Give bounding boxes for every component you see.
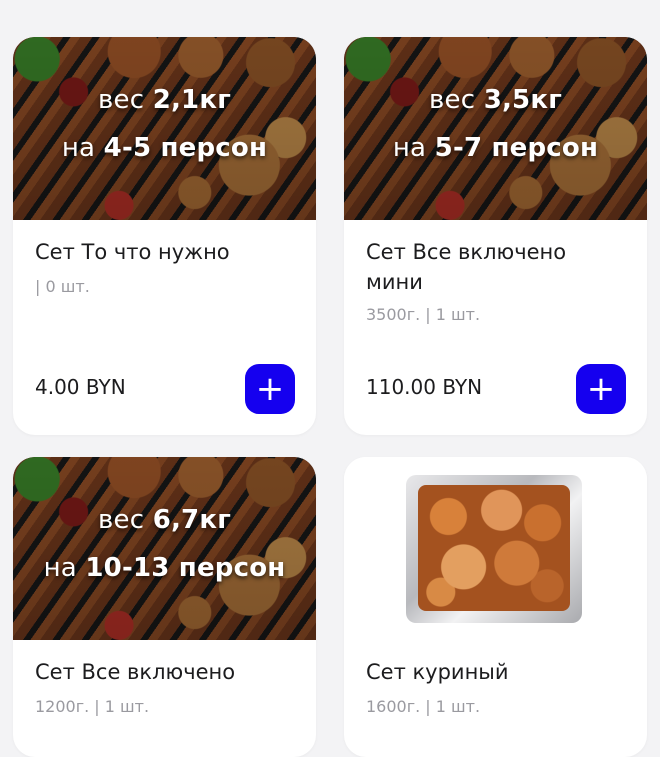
product-title: Сет Все включено <box>35 660 236 684</box>
product-image: вес 6,7кг на 10-13 персон <box>13 457 316 640</box>
promo-weight: вес 2,1кг <box>98 85 231 115</box>
chicken-tray-image <box>406 475 582 623</box>
product-meta: 1600г. | 1 шт. <box>366 697 481 716</box>
promo-weight: вес 6,7кг <box>98 505 231 535</box>
product-price: 4.00 BYN <box>35 375 126 399</box>
product-image: вес 2,1кг на 4-5 персон <box>13 37 316 220</box>
add-to-cart-button[interactable]: + <box>245 364 295 414</box>
add-to-cart-button[interactable]: + <box>576 364 626 414</box>
promo-persons: на 10-13 персон <box>43 553 286 583</box>
product-card[interactable]: вес 6,7кг на 10-13 персон Сет Все включе… <box>13 457 316 757</box>
product-title: Сет То что нужно <box>35 240 230 264</box>
product-image <box>344 457 647 640</box>
product-card[interactable]: вес 3,5кг на 5-7 персон Сет Все включено… <box>344 37 647 435</box>
product-meta: | 0 шт. <box>35 277 90 296</box>
product-image: вес 3,5кг на 5-7 персон <box>344 37 647 220</box>
product-grid: вес 2,1кг на 4-5 персон Сет То что нужно… <box>0 0 660 757</box>
product-meta: 3500г. | 1 шт. <box>366 305 481 324</box>
product-title: Сет Все включено мини <box>366 240 567 294</box>
promo-weight: вес 3,5кг <box>429 85 562 115</box>
product-title: Сет куриный <box>366 660 509 684</box>
product-price: 110.00 BYN <box>366 375 483 399</box>
product-card[interactable]: вес 2,1кг на 4-5 персон Сет То что нужно… <box>13 37 316 435</box>
promo-persons: на 4-5 персон <box>61 133 268 163</box>
product-card[interactable]: Сет куриный 1600г. | 1 шт. <box>344 457 647 757</box>
promo-persons: на 5-7 персон <box>392 133 599 163</box>
product-meta: 1200г. | 1 шт. <box>35 697 150 716</box>
